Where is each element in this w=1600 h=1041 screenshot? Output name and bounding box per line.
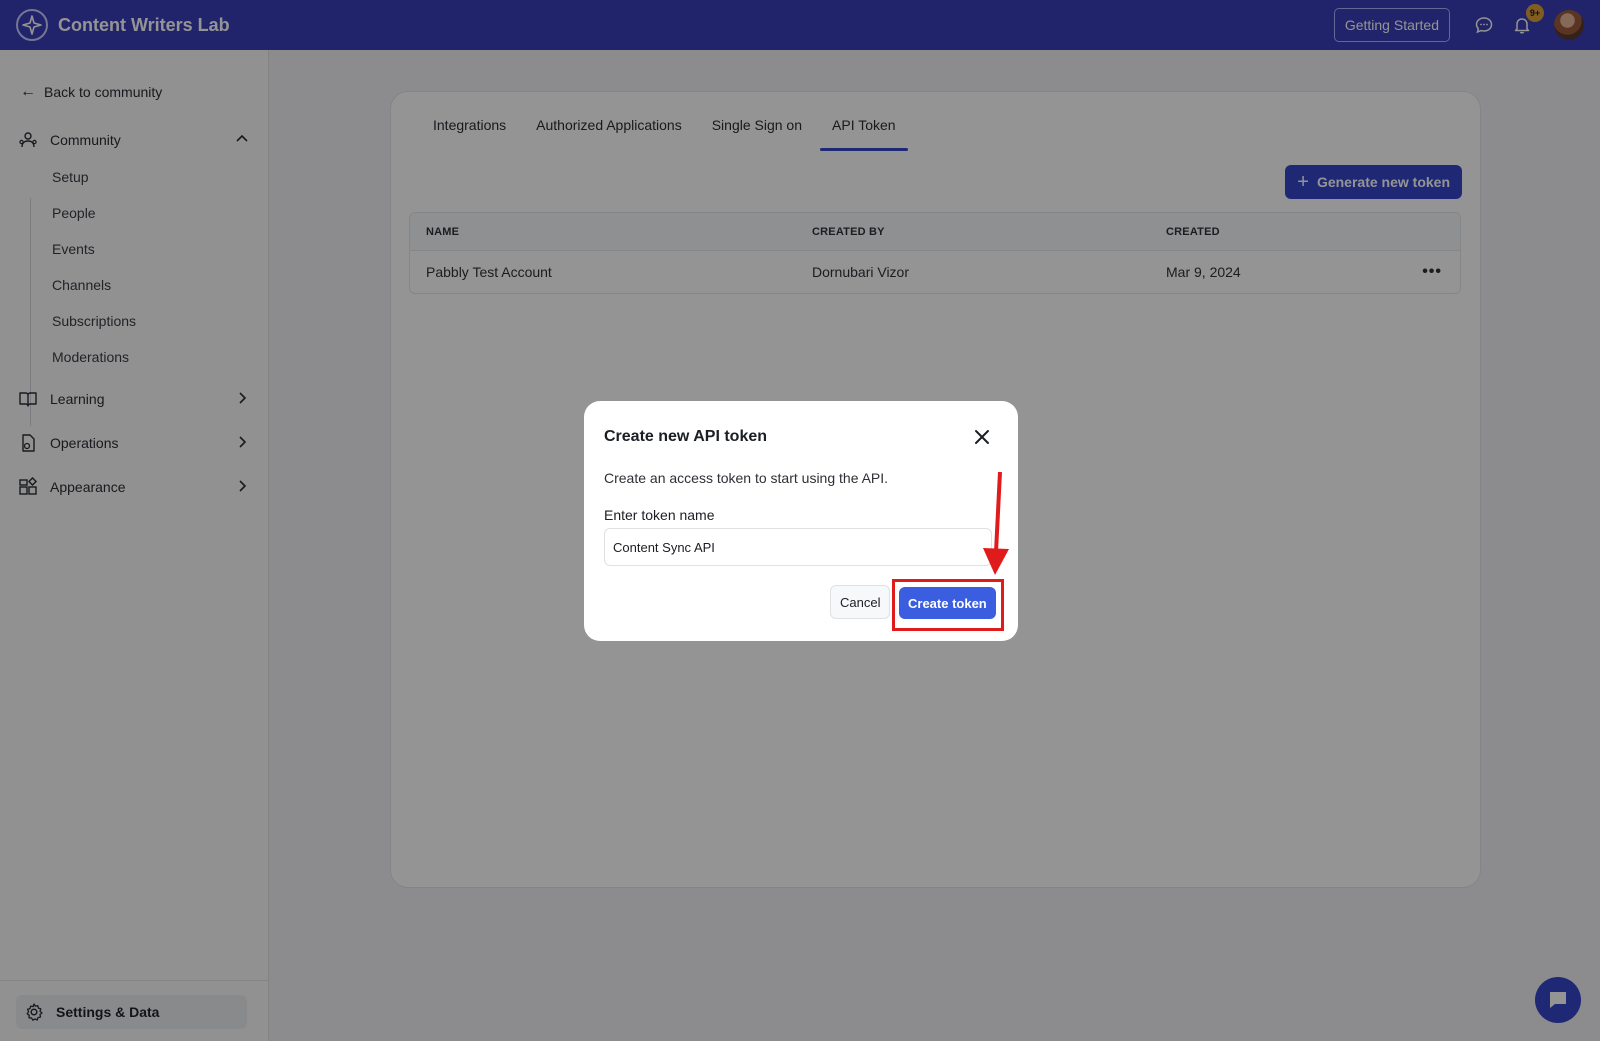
token-name-input[interactable] <box>604 528 992 566</box>
modal-title: Create new API token <box>604 428 768 445</box>
close-icon[interactable] <box>972 427 992 447</box>
annotation-arrow-icon <box>983 471 1009 575</box>
cancel-button[interactable]: Cancel <box>830 585 891 619</box>
token-name-label: Enter token name <box>604 507 715 523</box>
modal-description: Create an access token to start using th… <box>604 470 889 486</box>
annotation-highlight-box <box>892 579 1004 631</box>
